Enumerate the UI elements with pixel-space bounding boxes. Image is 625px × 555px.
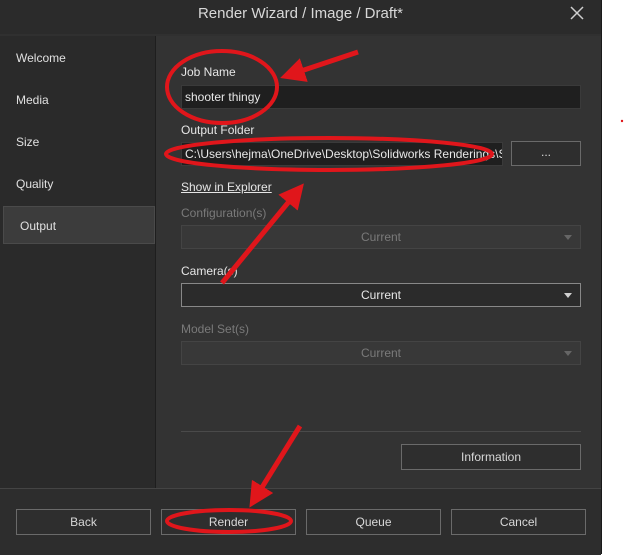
model-sets-select: Current (181, 341, 581, 365)
configurations-select: Current (181, 225, 581, 249)
show-in-explorer-link[interactable]: Show in Explorer (181, 180, 272, 194)
information-button[interactable]: Information (401, 444, 581, 470)
cameras-label: Camera(s) (181, 264, 238, 278)
back-button[interactable]: Back (16, 509, 151, 535)
sidebar-item-quality[interactable]: Quality (0, 165, 155, 203)
queue-button[interactable]: Queue (306, 509, 441, 535)
sidebar-item-output[interactable]: Output (3, 206, 155, 244)
chevron-down-icon (564, 351, 572, 356)
close-button[interactable] (567, 3, 587, 23)
render-wizard-window: Render Wizard / Image / Draft* Welcome M… (0, 0, 601, 555)
close-icon (570, 6, 584, 20)
sidebar-item-welcome[interactable]: Welcome (0, 39, 155, 77)
window-title: Render Wizard / Image / Draft* (197, 5, 404, 22)
browse-folder-button[interactable]: ... (511, 141, 581, 166)
configurations-label: Configuration(s) (181, 206, 267, 220)
cancel-button[interactable]: Cancel (451, 509, 586, 535)
cameras-select[interactable]: Current (181, 283, 581, 307)
wizard-sidebar: Welcome Media Size Quality Output (0, 36, 156, 488)
output-panel: Job Name shooter thingy Output Folder C:… (156, 36, 601, 488)
sidebar-item-media[interactable]: Media (0, 81, 155, 119)
model-sets-label: Model Set(s) (181, 322, 250, 336)
job-name-input[interactable]: shooter thingy (181, 85, 581, 109)
chevron-down-icon (564, 293, 572, 298)
output-folder-label: Output Folder (181, 123, 255, 137)
title-bar: Render Wizard / Image / Draft* (0, 0, 601, 34)
sidebar-item-size[interactable]: Size (0, 123, 155, 161)
section-divider (181, 431, 581, 432)
model-sets-value: Current (360, 346, 401, 360)
job-name-label: Job Name (181, 65, 236, 79)
cameras-value: Current (360, 288, 401, 302)
output-folder-input[interactable]: C:\Users\hejma\OneDrive\Desktop\Solidwor… (181, 142, 503, 166)
render-button[interactable]: Render (161, 509, 296, 535)
chevron-down-icon (564, 235, 572, 240)
wizard-footer: Back Render Queue Cancel (0, 488, 601, 555)
configurations-value: Current (360, 230, 401, 244)
stray-mark (620, 119, 624, 123)
